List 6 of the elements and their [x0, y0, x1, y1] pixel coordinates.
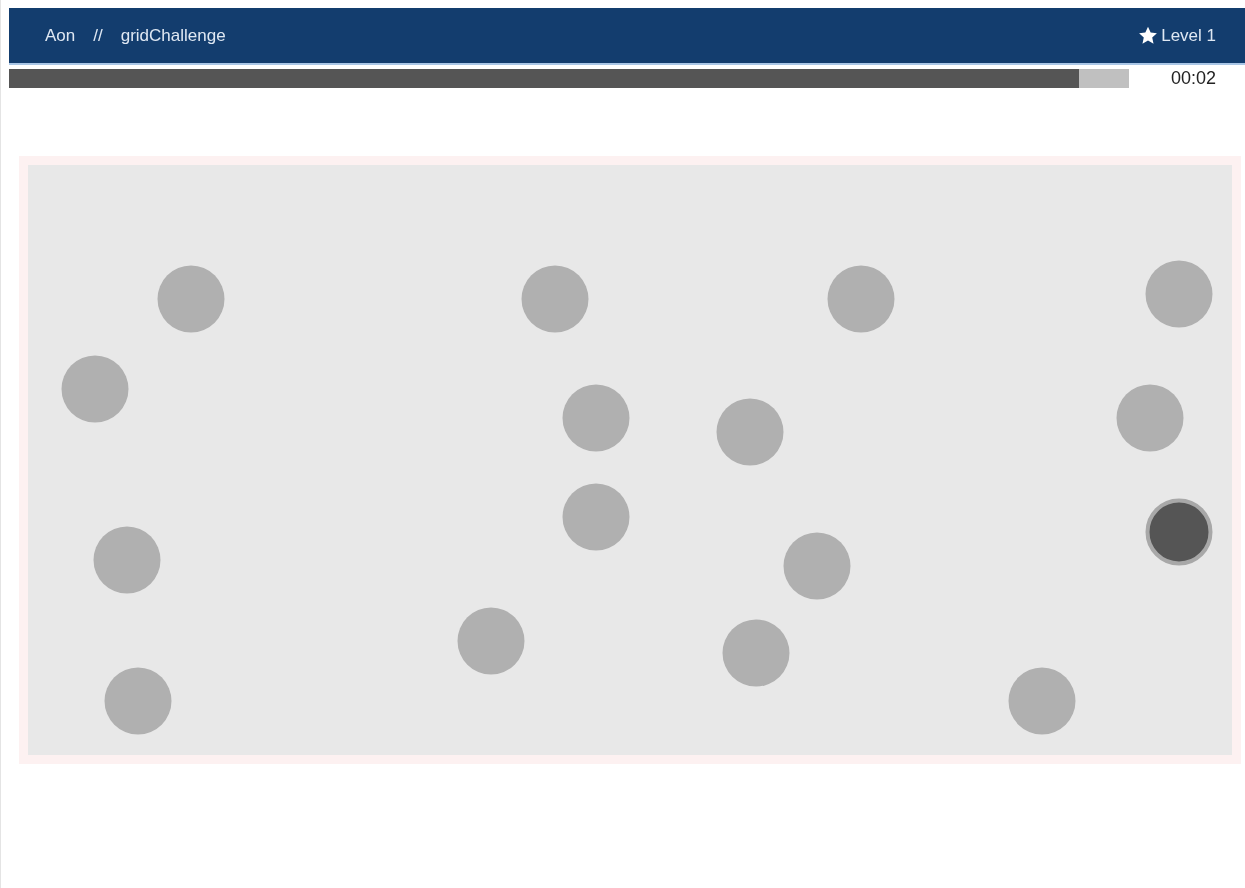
timer: 00:02: [1170, 68, 1216, 89]
level-label: Level 1: [1161, 25, 1216, 46]
star-icon: [1138, 26, 1159, 45]
breadcrumb-separator: //: [93, 25, 103, 46]
game-title: gridChallenge: [120, 25, 226, 46]
brand-name: Aon: [45, 25, 76, 46]
